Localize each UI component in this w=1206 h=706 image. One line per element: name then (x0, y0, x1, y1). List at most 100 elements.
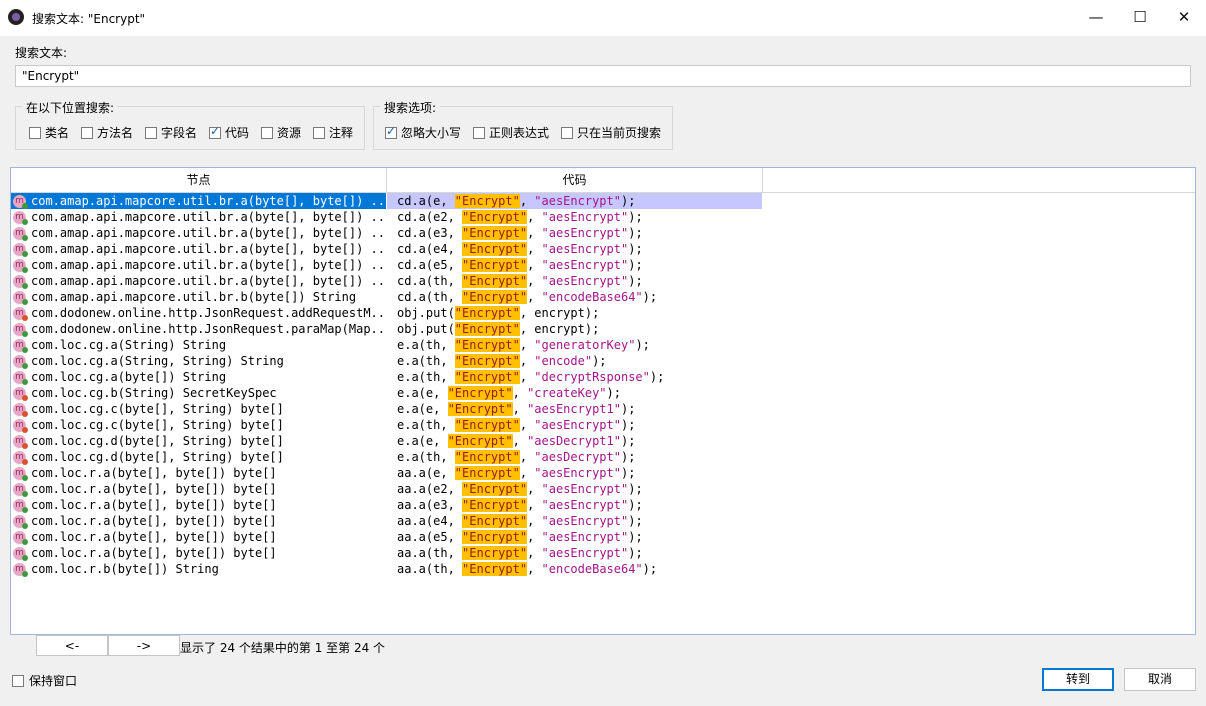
code-cell[interactable]: obj.put("Encrypt", encrypt); (387, 305, 762, 321)
checkbox[interactable] (473, 126, 485, 139)
node-cell[interactable]: m com.loc.cg.c(byte[], String) byte[] (11, 417, 386, 433)
table-row[interactable]: m com.loc.r.a(byte[], byte[]) byte[] aa.a(… (11, 529, 1195, 545)
cancel-button[interactable]: 取消 (1124, 668, 1196, 691)
code-cell[interactable]: aa.a(e5, "Encrypt", "aesEncrypt"); (387, 529, 762, 545)
node-cell[interactable]: m com.dodonew.online.http.JsonRequest.par… (11, 321, 386, 337)
code-cell[interactable]: e.a(th, "Encrypt", "decryptRsponse"); (387, 369, 762, 385)
code-cell[interactable]: e.a(th, "Encrypt", "generatorKey"); (387, 337, 762, 353)
table-row[interactable]: m com.loc.cg.a(byte[]) String e.a(th, "Enc… (11, 369, 1195, 385)
checkbox[interactable] (261, 126, 273, 139)
node-cell[interactable]: m com.amap.api.mapcore.util.br.a(byte[], … (11, 193, 386, 209)
node-cell[interactable]: m com.loc.r.a(byte[], byte[]) byte[] (11, 529, 386, 545)
table-row[interactable]: m com.loc.cg.d(byte[], String) byte[] e.a(… (11, 449, 1195, 465)
node-cell[interactable]: m com.loc.r.a(byte[], byte[]) byte[] (11, 465, 386, 481)
node-cell[interactable]: m com.loc.r.b(byte[]) String (11, 561, 386, 577)
code-cell[interactable]: e.a(th, "Encrypt", "aesEncrypt"); (387, 417, 762, 433)
checkbox[interactable] (313, 126, 325, 139)
table-row[interactable]: m com.loc.r.a(byte[], byte[]) byte[] aa.a(… (11, 497, 1195, 513)
code-cell[interactable]: cd.a(e5, "Encrypt", "aesEncrypt"); (387, 257, 762, 273)
node-cell[interactable]: m com.loc.cg.a(byte[]) String (11, 369, 386, 385)
node-cell[interactable]: m com.amap.api.mapcore.util.br.a(byte[], … (11, 241, 386, 257)
option-search_in-5[interactable]: 注释 (313, 124, 353, 141)
checkbox[interactable] (81, 126, 93, 139)
keep-window-option[interactable]: 保持窗口 (12, 672, 77, 689)
search-input[interactable] (15, 65, 1191, 87)
table-row[interactable]: m com.dodonew.online.http.JsonRequest.add… (11, 305, 1195, 321)
table-row[interactable]: m com.loc.cg.c(byte[], String) byte[] e.a(… (11, 401, 1195, 417)
table-row[interactable]: m com.amap.api.mapcore.util.br.a(byte[], … (11, 273, 1195, 289)
code-cell[interactable]: cd.a(e4, "Encrypt", "aesEncrypt"); (387, 241, 762, 257)
code-cell[interactable]: e.a(e, "Encrypt", "createKey"); (387, 385, 762, 401)
code-cell[interactable]: cd.a(e2, "Encrypt", "aesEncrypt"); (387, 209, 762, 225)
table-row[interactable]: m com.amap.api.mapcore.util.br.b(byte[]) … (11, 289, 1195, 305)
node-cell[interactable]: m com.loc.cg.d(byte[], String) byte[] (11, 433, 386, 449)
code-cell[interactable]: e.a(e, "Encrypt", "aesDecrypt1"); (387, 433, 762, 449)
option-search_options-1[interactable]: 正则表达式 (473, 124, 549, 141)
goto-button[interactable]: 转到 (1042, 668, 1114, 691)
table-row[interactable]: m com.loc.cg.d(byte[], String) byte[] e.a(… (11, 433, 1195, 449)
table-row[interactable]: m com.loc.r.b(byte[]) String aa.a(th, "Enc… (11, 561, 1195, 577)
code-cell[interactable]: e.a(th, "Encrypt", "encode"); (387, 353, 762, 369)
node-cell[interactable]: m com.loc.r.a(byte[], byte[]) byte[] (11, 481, 386, 497)
code-cell[interactable]: e.a(th, "Encrypt", "aesDecrypt"); (387, 449, 762, 465)
table-row[interactable]: m com.loc.r.a(byte[], byte[]) byte[] aa.a(… (11, 465, 1195, 481)
option-search_in-3[interactable]: 代码 (209, 124, 249, 141)
table-row[interactable]: m com.loc.cg.a(String) String e.a(th, "Enc… (11, 337, 1195, 353)
table-row[interactable]: m com.amap.api.mapcore.util.br.a(byte[], … (11, 209, 1195, 225)
table-row[interactable]: m com.loc.r.a(byte[], byte[]) byte[] aa.a(… (11, 513, 1195, 529)
table-row[interactable]: m com.amap.api.mapcore.util.br.a(byte[], … (11, 241, 1195, 257)
code-cell[interactable]: cd.a(th, "Encrypt", "aesEncrypt"); (387, 273, 762, 289)
node-cell[interactable]: m com.loc.cg.b(String) SecretKeySpec (11, 385, 386, 401)
keep-window-checkbox[interactable] (12, 674, 24, 687)
option-search_in-1[interactable]: 方法名 (81, 124, 133, 141)
code-cell[interactable]: aa.a(th, "Encrypt", "encodeBase64"); (387, 561, 762, 577)
code-cell[interactable]: cd.a(e, "Encrypt", "aesEncrypt"); (387, 193, 762, 209)
node-cell[interactable]: m com.loc.r.a(byte[], byte[]) byte[] (11, 497, 386, 513)
node-cell[interactable]: m com.amap.api.mapcore.util.br.a(byte[], … (11, 257, 386, 273)
table-row[interactable]: m com.loc.r.a(byte[], byte[]) byte[] aa.a(… (11, 481, 1195, 497)
node-cell[interactable]: m com.amap.api.mapcore.util.br.a(byte[], … (11, 209, 386, 225)
node-cell[interactable]: m com.loc.cg.a(String, String) String (11, 353, 386, 369)
option-search_in-4[interactable]: 资源 (261, 124, 301, 141)
code-cell[interactable]: aa.a(e, "Encrypt", "aesEncrypt"); (387, 465, 762, 481)
checkbox[interactable] (385, 124, 397, 139)
option-search_options-2[interactable]: 只在当前页搜索 (561, 124, 661, 141)
table-row[interactable]: m com.loc.cg.c(byte[], String) byte[] e.a(… (11, 417, 1195, 433)
code-cell[interactable]: obj.put("Encrypt", encrypt); (387, 321, 762, 337)
node-cell[interactable]: m com.amap.api.mapcore.util.br.a(byte[], … (11, 273, 386, 289)
node-cell[interactable]: m com.loc.cg.d(byte[], String) byte[] (11, 449, 386, 465)
header-node[interactable]: 节点 (11, 168, 387, 192)
table-row[interactable]: m com.loc.cg.b(String) SecretKeySpec e.a(e… (11, 385, 1195, 401)
option-search_in-2[interactable]: 字段名 (145, 124, 197, 141)
code-cell[interactable]: cd.a(e3, "Encrypt", "aesEncrypt"); (387, 225, 762, 241)
code-cell[interactable]: aa.a(e2, "Encrypt", "aesEncrypt"); (387, 481, 762, 497)
node-cell[interactable]: m com.dodonew.online.http.JsonRequest.add… (11, 305, 386, 321)
checkbox[interactable] (561, 126, 573, 139)
node-cell[interactable]: m com.loc.cg.c(byte[], String) byte[] (11, 401, 386, 417)
code-cell[interactable]: aa.a(th, "Encrypt", "aesEncrypt"); (387, 545, 762, 561)
table-row[interactable]: m com.amap.api.mapcore.util.br.a(byte[], … (11, 257, 1195, 273)
checkbox[interactable] (145, 126, 157, 139)
next-page-button[interactable]: -> (108, 635, 180, 656)
table-row[interactable]: m com.amap.api.mapcore.util.br.a(byte[], … (11, 225, 1195, 241)
node-cell[interactable]: m com.loc.r.a(byte[], byte[]) byte[] (11, 513, 386, 529)
code-cell[interactable]: aa.a(e4, "Encrypt", "aesEncrypt"); (387, 513, 762, 529)
checkbox[interactable] (29, 126, 41, 139)
close-button[interactable]: ✕ (1161, 0, 1206, 34)
node-cell[interactable]: m com.loc.cg.a(String) String (11, 337, 386, 353)
minimize-button[interactable]: — (1073, 0, 1119, 34)
node-cell[interactable]: m com.amap.api.mapcore.util.br.b(byte[]) … (11, 289, 386, 305)
table-row[interactable]: m com.dodonew.online.http.JsonRequest.par… (11, 321, 1195, 337)
prev-page-button[interactable]: <- (36, 635, 108, 656)
code-cell[interactable]: aa.a(e3, "Encrypt", "aesEncrypt"); (387, 497, 762, 513)
table-row[interactable]: m com.amap.api.mapcore.util.br.a(byte[], … (11, 193, 1195, 209)
option-search_in-0[interactable]: 类名 (29, 124, 69, 141)
results-table[interactable]: 节点 代码 m com.amap.api.mapcore.util.br.a(by… (10, 167, 1196, 635)
table-row[interactable]: m com.loc.r.a(byte[], byte[]) byte[] aa.a(… (11, 545, 1195, 561)
checkbox[interactable] (209, 124, 221, 139)
header-code[interactable]: 代码 (387, 168, 763, 192)
node-cell[interactable]: m com.amap.api.mapcore.util.br.a(byte[], … (11, 225, 386, 241)
node-cell[interactable]: m com.loc.r.a(byte[], byte[]) byte[] (11, 545, 386, 561)
option-search_options-0[interactable]: 忽略大小写 (385, 124, 461, 141)
code-cell[interactable]: e.a(e, "Encrypt", "aesEncrypt1"); (387, 401, 762, 417)
